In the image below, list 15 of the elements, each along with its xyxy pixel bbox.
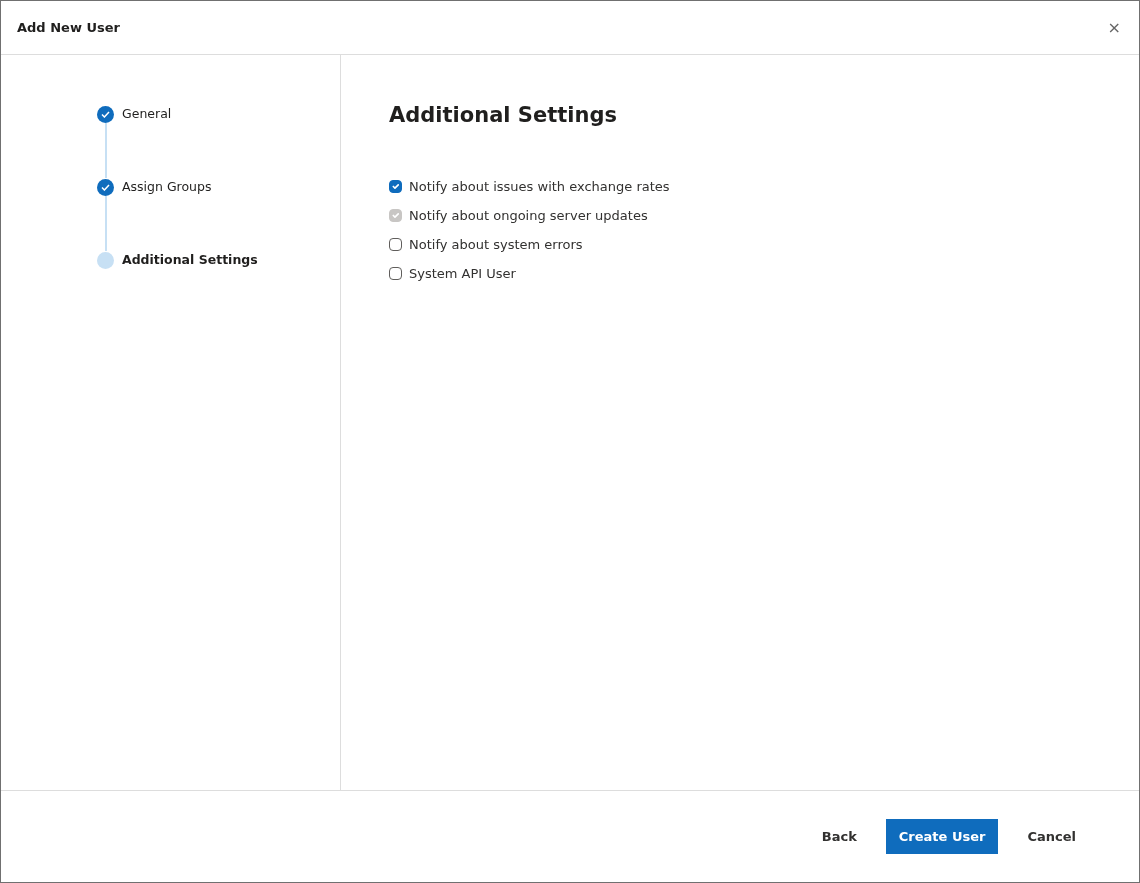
section-title: Additional Settings xyxy=(389,103,618,129)
option-label[interactable]: Notify about issues with exchange rates xyxy=(409,176,670,197)
checkbox[interactable] xyxy=(389,180,402,194)
text-button[interactable]: Cancel xyxy=(1014,818,1089,855)
checkbox[interactable] xyxy=(389,267,402,281)
step-label[interactable]: General xyxy=(122,104,172,124)
checkbox[interactable] xyxy=(389,238,402,252)
step-label[interactable]: Additional Settings xyxy=(122,250,258,270)
create-button[interactable]: Create User xyxy=(885,818,999,855)
dialog-title: Add New User xyxy=(17,18,120,37)
close-button[interactable]: × xyxy=(1103,19,1125,36)
option-label[interactable]: System API User xyxy=(409,263,516,284)
step-label[interactable]: Assign Groups xyxy=(122,177,212,197)
option-label[interactable]: Notify about system errors xyxy=(409,234,583,255)
text-button[interactable]: Back xyxy=(808,818,870,855)
